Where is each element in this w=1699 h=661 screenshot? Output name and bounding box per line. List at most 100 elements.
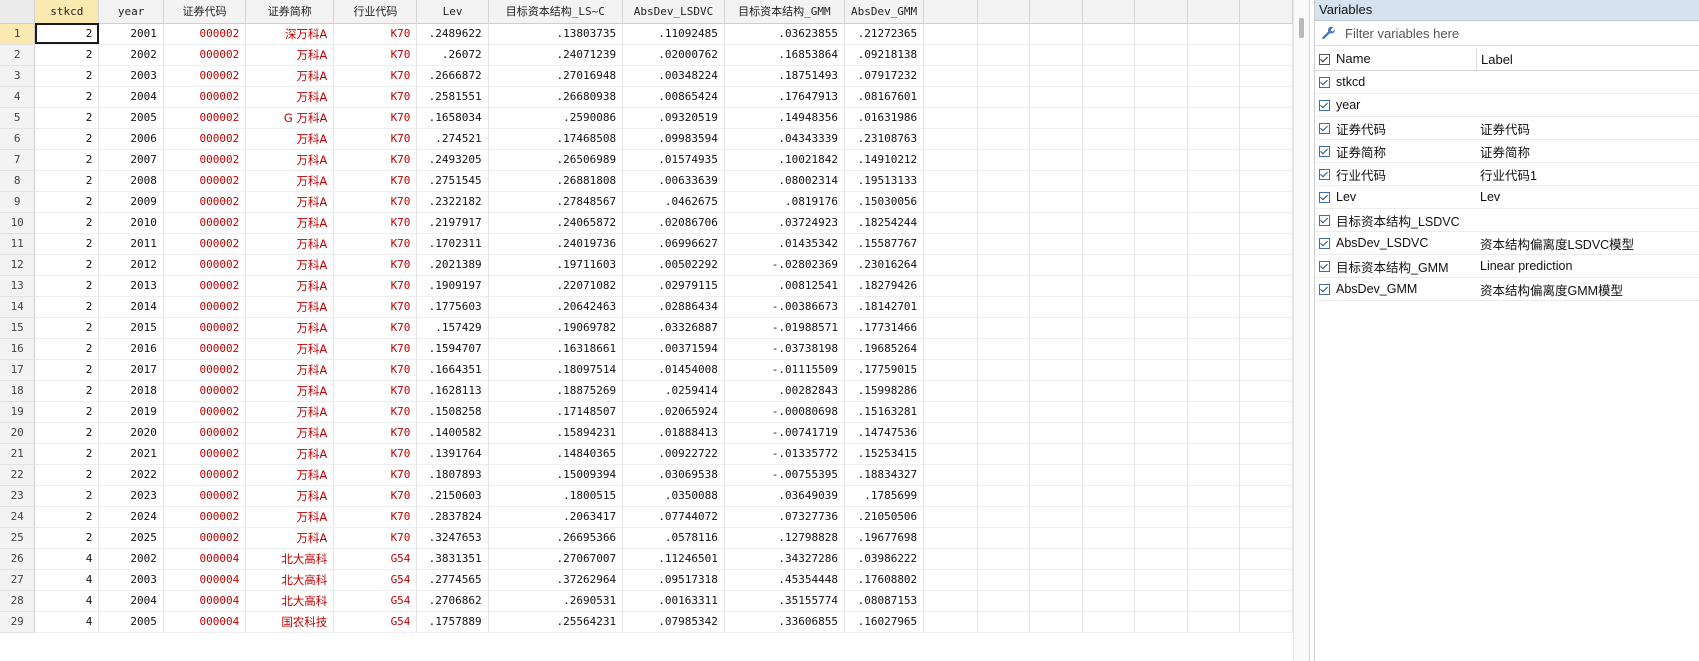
data-cell[interactable]: .14948356 [724, 107, 845, 129]
data-cell[interactable]: .02065924 [622, 401, 725, 423]
empty-cell[interactable] [1082, 128, 1136, 150]
data-cell[interactable]: 2004 [98, 590, 164, 612]
empty-cell[interactable] [1134, 275, 1188, 297]
empty-cell[interactable] [1134, 65, 1188, 87]
empty-cell[interactable] [977, 65, 1031, 87]
data-cell[interactable]: 000002 [163, 107, 247, 129]
data-cell[interactable]: 2011 [98, 233, 164, 255]
row-number[interactable]: 25 [0, 527, 36, 549]
data-cell[interactable]: .25564231 [488, 611, 624, 633]
data-cell[interactable]: .26881808 [488, 170, 624, 192]
data-cell[interactable]: K70 [333, 401, 418, 423]
empty-cell[interactable] [977, 44, 1031, 66]
data-cell[interactable]: .03986222 [844, 548, 925, 570]
empty-cell[interactable] [1187, 569, 1241, 591]
empty-cell[interactable] [1029, 296, 1083, 318]
empty-cell[interactable] [1082, 485, 1136, 507]
data-cell[interactable]: .12798828 [724, 527, 845, 549]
empty-cell[interactable] [977, 443, 1031, 465]
data-cell[interactable]: .157429 [416, 317, 489, 339]
empty-cell[interactable] [923, 485, 978, 507]
empty-cell[interactable] [1134, 107, 1188, 129]
empty-cell[interactable] [1029, 422, 1083, 444]
empty-cell[interactable] [1134, 380, 1188, 402]
data-cell[interactable]: 万科A [245, 44, 335, 66]
empty-cell[interactable] [1134, 506, 1188, 528]
data-cell[interactable]: 万科A [245, 359, 335, 381]
empty-cell[interactable] [1134, 464, 1188, 486]
data-cell[interactable]: 2014 [98, 296, 164, 318]
select-all-checkbox-icon[interactable] [1319, 53, 1330, 65]
empty-cell[interactable] [1134, 233, 1188, 255]
data-cell[interactable]: 000002 [163, 296, 247, 318]
empty-cell[interactable] [923, 548, 978, 570]
data-cell[interactable]: K70 [333, 506, 418, 528]
empty-cell[interactable] [1134, 170, 1188, 192]
data-cell[interactable]: .19069782 [488, 317, 624, 339]
empty-cell[interactable] [923, 443, 978, 465]
data-cell[interactable]: 2 [34, 254, 100, 276]
data-cell[interactable]: .27848567 [488, 191, 624, 213]
data-cell[interactable]: 000002 [163, 485, 247, 507]
empty-cell[interactable] [1187, 401, 1241, 423]
data-cell[interactable]: 2 [34, 65, 100, 87]
data-cell[interactable]: 2 [34, 191, 100, 213]
data-cell[interactable]: .09517318 [622, 569, 725, 591]
empty-cell[interactable] [1029, 65, 1083, 87]
data-cell[interactable]: .16318661 [488, 338, 624, 360]
data-cell[interactable]: .17731466 [844, 317, 925, 339]
empty-cell[interactable] [977, 506, 1031, 528]
empty-cell[interactable] [923, 590, 978, 612]
data-cell[interactable]: 万科A [245, 380, 335, 402]
empty-cell[interactable] [1082, 443, 1136, 465]
data-cell[interactable]: 2024 [98, 506, 164, 528]
data-cell[interactable]: 2 [34, 401, 100, 423]
row-number[interactable]: 17 [0, 359, 36, 381]
empty-cell[interactable] [1029, 443, 1083, 465]
data-cell[interactable]: 4 [34, 569, 100, 591]
row-number[interactable]: 15 [0, 317, 36, 339]
empty-cell[interactable] [977, 527, 1031, 549]
row-number[interactable]: 27 [0, 569, 36, 591]
empty-cell[interactable] [977, 338, 1031, 360]
label-column-header[interactable]: Label [1477, 52, 1513, 67]
data-cell[interactable]: .0578116 [622, 527, 725, 549]
empty-cell[interactable] [1239, 107, 1293, 129]
empty-cell[interactable] [1239, 233, 1293, 255]
data-cell[interactable]: 2 [34, 44, 100, 66]
data-cell[interactable]: 2 [34, 380, 100, 402]
empty-cell[interactable] [1239, 485, 1293, 507]
data-cell[interactable]: .10021842 [724, 149, 845, 171]
data-cell[interactable]: 万科A [245, 485, 335, 507]
column-header[interactable]: 证券代码 [163, 0, 247, 24]
data-cell[interactable]: .18279426 [844, 275, 925, 297]
data-cell[interactable]: K70 [333, 380, 418, 402]
empty-cell[interactable] [1239, 590, 1293, 612]
column-header[interactable]: AbsDev_LSDVC [622, 0, 725, 24]
data-cell[interactable]: .45354448 [724, 569, 845, 591]
data-cell[interactable]: 万科A [245, 233, 335, 255]
data-cell[interactable]: .2590086 [488, 107, 624, 129]
data-cell[interactable]: 2018 [98, 380, 164, 402]
data-cell[interactable]: 2 [34, 422, 100, 444]
empty-cell[interactable] [1134, 86, 1188, 108]
data-cell[interactable]: .1807893 [416, 464, 489, 486]
empty-cell[interactable] [1082, 590, 1136, 612]
data-cell[interactable]: 000002 [163, 401, 247, 423]
data-cell[interactable]: .02000762 [622, 44, 725, 66]
data-cell[interactable]: .14840365 [488, 443, 624, 465]
empty-cell[interactable] [977, 569, 1031, 591]
data-cell[interactable]: 2021 [98, 443, 164, 465]
data-cell[interactable]: .00163311 [622, 590, 725, 612]
data-cell[interactable]: G54 [333, 548, 418, 570]
data-cell[interactable]: 2 [34, 359, 100, 381]
data-cell[interactable]: .15030056 [844, 191, 925, 213]
checkbox-checked-icon[interactable] [1319, 145, 1330, 157]
empty-cell[interactable] [1239, 359, 1293, 381]
data-cell[interactable]: 000004 [163, 548, 247, 570]
data-cell[interactable]: 2002 [98, 44, 164, 66]
data-cell[interactable]: .2837824 [416, 506, 489, 528]
data-cell[interactable]: 000002 [163, 212, 247, 234]
empty-cell[interactable] [923, 611, 978, 633]
data-cell[interactable]: .16027965 [844, 611, 925, 633]
